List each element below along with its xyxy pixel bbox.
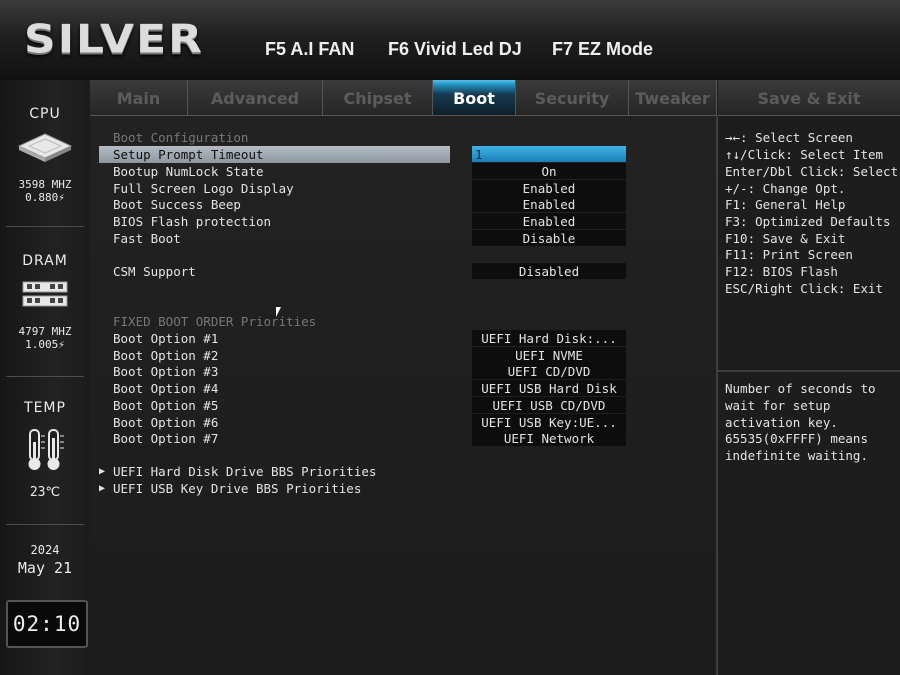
- fixed-boot-order-header: FIXED BOOT ORDER Priorities: [113, 314, 317, 329]
- boot-success-beep-value[interactable]: Enabled: [472, 196, 626, 212]
- temp-value: 23℃: [29, 485, 61, 500]
- help-description-line: activation key.: [725, 415, 838, 430]
- help-key-line: ↑↓/Click: Select Item: [725, 147, 884, 162]
- cpu-title: CPU: [29, 106, 61, 122]
- full-screen-logo-value[interactable]: Enabled: [472, 180, 626, 196]
- help-description-line: Number of seconds to: [725, 381, 876, 396]
- boot-option-7[interactable]: Boot Option #7: [113, 430, 218, 447]
- brand-logo: SILVER: [24, 16, 205, 63]
- setting-bios-flash-protection[interactable]: BIOS Flash protection: [113, 213, 271, 230]
- dram-title: DRAM: [22, 253, 68, 269]
- help-description-line: wait for setup: [725, 398, 831, 413]
- temperature-panel: TEMP 23℃: [0, 400, 90, 499]
- cpu-voltage: 0.880⚡: [25, 191, 65, 204]
- cpu-panel: CPU 3598 MHZ 0.880⚡: [0, 106, 90, 204]
- boot-option-4[interactable]: Boot Option #4: [113, 380, 218, 397]
- ez-mode-hotkey[interactable]: F7 EZ Mode: [552, 39, 653, 60]
- dram-frequency: 4797 MHZ: [18, 325, 72, 338]
- boot-option-3-value[interactable]: UEFI CD/DVD: [472, 363, 626, 379]
- submenu-arrow-icon: ▶: [99, 466, 106, 477]
- help-key-line: →←: Select Screen: [725, 130, 853, 145]
- dram-panel: DRAM 4797 MHZ 1.005⚡: [0, 253, 90, 351]
- help-key-line: F1: General Help: [725, 197, 846, 212]
- submenu-uefi-hard-disk-bbs[interactable]: UEFI Hard Disk Drive BBS Priorities: [113, 463, 376, 480]
- setup-prompt-timeout-value[interactable]: 1: [472, 146, 626, 162]
- help-key-line: F12: BIOS Flash: [725, 264, 838, 279]
- cpu-chip-icon: [17, 133, 73, 162]
- help-key-line: F10: Save & Exit: [725, 231, 846, 246]
- tab-save-exit[interactable]: Save & Exit: [718, 80, 900, 116]
- fast-boot-value[interactable]: Disable: [472, 230, 626, 246]
- boot-option-1[interactable]: Boot Option #1: [113, 330, 218, 347]
- cpu-frequency: 3598 MHZ: [18, 178, 72, 191]
- ai-fan-hotkey[interactable]: F5 A.I FAN: [265, 39, 354, 60]
- tab-boot[interactable]: Boot: [433, 80, 516, 116]
- csm-support-value[interactable]: Disabled: [472, 263, 626, 279]
- bios-flash-protection-value[interactable]: Enabled: [472, 213, 626, 229]
- boot-option-1-value[interactable]: UEFI Hard Disk:...: [472, 330, 626, 346]
- setting-full-screen-logo[interactable]: Full Screen Logo Display: [113, 180, 294, 197]
- bootup-numlock-value[interactable]: On: [472, 163, 626, 179]
- hardware-monitor-sidebar: CPU 3598 MHZ 0.880⚡ DRAM 4797 MHZ 1.005⚡…: [0, 80, 91, 675]
- boot-option-3[interactable]: Boot Option #3: [113, 363, 218, 380]
- thermometer-icon: [28, 429, 64, 470]
- tab-chipset[interactable]: Chipset: [323, 80, 433, 116]
- date-month-day: May 21: [17, 559, 73, 577]
- setting-fast-boot[interactable]: Fast Boot: [113, 230, 181, 247]
- sidebar-divider: [6, 376, 84, 377]
- temp-title: TEMP: [24, 400, 66, 416]
- help-key-line: +/-: Change Opt.: [725, 181, 846, 196]
- submenu-arrow-icon: ▶: [99, 483, 106, 494]
- tab-tweaker[interactable]: Tweaker: [629, 80, 717, 116]
- boot-option-2[interactable]: Boot Option #2: [113, 347, 218, 364]
- setting-csm-support[interactable]: CSM Support: [113, 263, 196, 280]
- top-banner: SILVER F5 A.I FAN F6 Vivid Led DJ F7 EZ …: [0, 0, 900, 82]
- boot-option-2-value[interactable]: UEFI NVME: [472, 347, 626, 363]
- date-year: 2024: [30, 543, 60, 557]
- dram-voltage: 1.005⚡: [25, 338, 65, 351]
- tab-security[interactable]: Security: [516, 80, 629, 116]
- tab-advanced[interactable]: Advanced: [188, 80, 323, 116]
- setting-bootup-numlock[interactable]: Bootup NumLock State: [113, 163, 264, 180]
- clock-display: 02:10: [6, 600, 88, 648]
- boot-configuration-header: Boot Configuration: [113, 130, 249, 145]
- sidebar-divider: [6, 226, 84, 227]
- boot-option-5-value[interactable]: UEFI USB CD/DVD: [472, 397, 626, 413]
- boot-option-7-value[interactable]: UEFI Network: [472, 430, 626, 446]
- help-description-line: 65535(0xFFFF) means: [725, 431, 868, 446]
- date-panel: 2024 May 21: [0, 544, 90, 577]
- memory-module-icon: [22, 281, 68, 307]
- menu-tab-bar: Main Advanced Chipset Boot Security Twea…: [90, 80, 900, 116]
- boot-option-6[interactable]: Boot Option #6: [113, 414, 218, 431]
- setting-setup-prompt-timeout[interactable]: Setup Prompt Timeout: [99, 146, 450, 163]
- help-key-line: ESC/Right Click: Exit: [725, 281, 884, 296]
- setting-boot-success-beep[interactable]: Boot Success Beep: [113, 196, 241, 213]
- help-key-line: F3: Optimized Defaults: [725, 214, 891, 229]
- help-key-line: Enter/Dbl Click: Select: [725, 164, 899, 179]
- help-key-line: F11: Print Screen: [725, 247, 853, 262]
- boot-option-4-value[interactable]: UEFI USB Hard Disk: [472, 380, 626, 396]
- sidebar-divider: [6, 524, 84, 525]
- help-description-line: indefinite waiting.: [725, 448, 868, 463]
- boot-option-5[interactable]: Boot Option #5: [113, 397, 218, 414]
- vivid-led-dj-hotkey[interactable]: F6 Vivid Led DJ: [388, 39, 522, 60]
- boot-option-6-value[interactable]: UEFI USB Key:UE...: [472, 414, 626, 430]
- help-divider: [718, 370, 900, 372]
- submenu-uefi-usb-key-bbs[interactable]: UEFI USB Key Drive BBS Priorities: [113, 480, 361, 497]
- mouse-pointer-icon: [276, 307, 281, 317]
- tab-main[interactable]: Main: [90, 80, 188, 116]
